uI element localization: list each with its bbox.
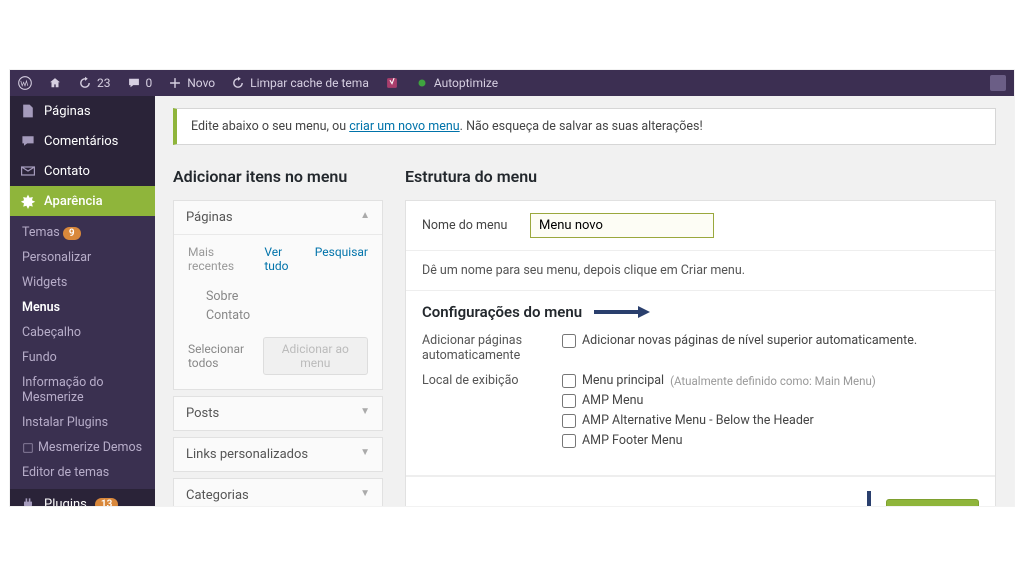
- menu-name-label: Nome do menu: [422, 218, 512, 233]
- sidebar-sub-widgets[interactable]: Widgets: [10, 270, 155, 295]
- accordion-head-paginas[interactable]: Páginas▲: [174, 201, 382, 234]
- updates-count: 23: [97, 76, 111, 90]
- clear-cache-link[interactable]: Limpar cache de tema: [231, 76, 369, 90]
- sidebar-sub-demos[interactable]: Mesmerize Demos: [10, 435, 155, 460]
- accordion-head-categorias[interactable]: Categorias▼: [174, 479, 382, 506]
- chevron-down-icon: ▼: [360, 488, 370, 503]
- tab-pesquisar[interactable]: Pesquisar: [315, 245, 368, 273]
- home-icon[interactable]: [48, 76, 62, 90]
- add-items-heading: Adicionar itens no menu: [173, 167, 383, 186]
- admin-toolbar: 23 0 Novo Limpar cache de tema Autoptimi…: [10, 70, 1014, 96]
- yoast-icon[interactable]: [385, 76, 399, 90]
- updates-link[interactable]: 23: [78, 76, 111, 90]
- page-item-sobre[interactable]: Sobre: [206, 289, 368, 304]
- tab-ver-tudo[interactable]: Ver tudo: [264, 245, 302, 273]
- structure-heading: Estrutura do menu: [405, 167, 996, 186]
- page-item-contato[interactable]: Contato: [206, 308, 368, 323]
- wp-logo[interactable]: [18, 76, 32, 90]
- sidebar-sub-personalizar[interactable]: Personalizar: [10, 245, 155, 270]
- arrow-right-icon: [592, 306, 650, 318]
- select-all-link[interactable]: Selecionar todos: [188, 342, 263, 370]
- sidebar-sub-fundo[interactable]: Fundo: [10, 345, 155, 370]
- menu-name-input[interactable]: [530, 213, 714, 238]
- display-location-label: Local de exibição: [422, 373, 534, 453]
- sidebar-sub-instalar[interactable]: Instalar Plugins: [10, 410, 155, 435]
- accordion-paginas: Páginas▲ Mais recentes Ver tudo Pesquisa…: [173, 200, 383, 390]
- create-menu-button[interactable]: Criar menu: [886, 499, 979, 507]
- chevron-down-icon: ▼: [360, 447, 370, 462]
- new-link[interactable]: Novo: [168, 76, 215, 90]
- arrow-down-icon: [862, 489, 876, 506]
- sidebar-sub-menus[interactable]: Menus: [10, 295, 155, 320]
- sidebar-sub-editor[interactable]: Editor de temas: [10, 460, 155, 485]
- main-content: Edite abaixo o seu menu, ou criar um nov…: [155, 96, 1014, 506]
- plugins-badge: 13: [95, 498, 118, 507]
- temas-badge: 9: [63, 227, 81, 240]
- tab-recentes[interactable]: Mais recentes: [188, 245, 252, 273]
- sidebar-item-plugins[interactable]: Plugins 13: [10, 489, 155, 506]
- sidebar-sub-info[interactable]: Informação do Mesmerize: [10, 370, 155, 410]
- auto-add-label: Adicionar páginas automaticamente: [422, 333, 534, 363]
- loc-amp-menu[interactable]: AMP Menu: [562, 393, 979, 408]
- chevron-down-icon: ▼: [360, 406, 370, 421]
- menu-panel: Nome do menu Dê um nome para seu menu, d…: [405, 200, 996, 506]
- comments-link[interactable]: 0: [127, 76, 153, 90]
- admin-sidebar: Páginas Comentários Contato Aparência Te…: [10, 96, 155, 506]
- autoptimize-link[interactable]: Autoptimize: [415, 76, 498, 90]
- loc-amp-footer-menu[interactable]: AMP Footer Menu: [562, 433, 979, 448]
- menu-hint: Dê um nome para seu menu, depois clique …: [422, 263, 745, 278]
- add-to-menu-button[interactable]: Adicionar ao menu: [263, 337, 368, 375]
- sidebar-item-contato[interactable]: Contato: [10, 156, 155, 186]
- cancel-link[interactable]: Cancelar: [422, 506, 473, 507]
- chevron-up-icon: ▲: [360, 210, 370, 225]
- sidebar-sub-temas[interactable]: Temas 9: [10, 220, 155, 245]
- sidebar-sub-cabecalho[interactable]: Cabeçalho: [10, 320, 155, 345]
- loc-amp-alt-menu[interactable]: AMP Alternative Menu - Below the Header: [562, 413, 979, 428]
- accordion-head-links[interactable]: Links personalizados▼: [174, 438, 382, 471]
- sidebar-item-comentarios[interactable]: Comentários: [10, 126, 155, 156]
- comments-count: 0: [146, 76, 153, 90]
- settings-heading: Configurações do menu: [422, 303, 650, 321]
- notice-banner: Edite abaixo o seu menu, ou criar um nov…: [173, 108, 996, 145]
- accordion-head-posts[interactable]: Posts▼: [174, 397, 382, 430]
- sidebar-item-aparencia[interactable]: Aparência: [10, 186, 155, 216]
- auto-add-checkbox[interactable]: Adicionar novas páginas de nível superio…: [562, 333, 979, 348]
- sidebar-item-paginas[interactable]: Páginas: [10, 96, 155, 126]
- create-new-menu-link[interactable]: criar um novo menu: [349, 119, 459, 134]
- loc-menu-principal[interactable]: Menu principal (Atualmente definido como…: [562, 373, 979, 388]
- avatar[interactable]: [990, 75, 1006, 91]
